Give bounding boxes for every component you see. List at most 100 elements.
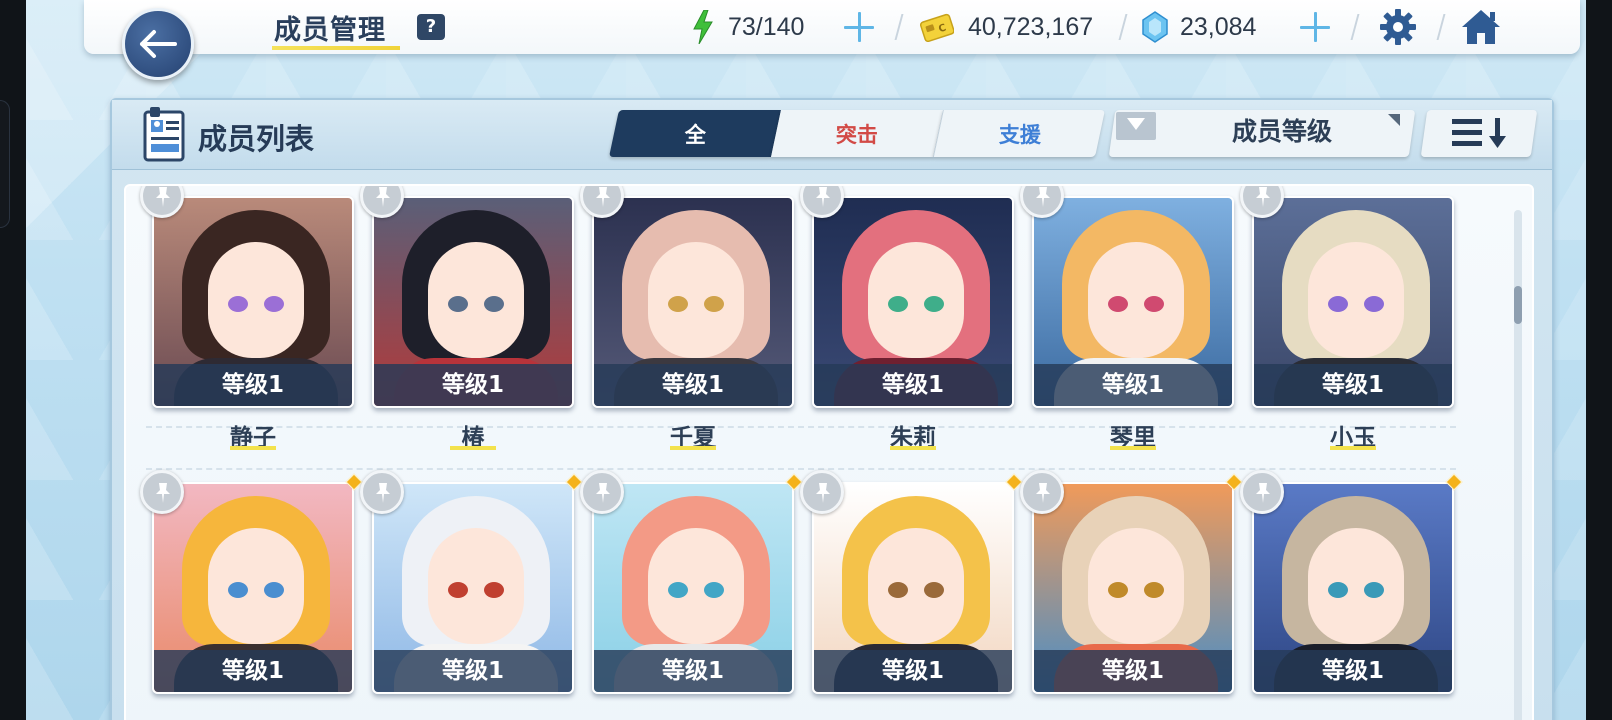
portrait-eye (1328, 296, 1348, 312)
name-underline (890, 446, 936, 450)
portrait-face (1088, 242, 1184, 358)
pin-button[interactable] (140, 470, 184, 514)
pin-button[interactable] (360, 470, 404, 514)
gear-icon[interactable] (1379, 8, 1417, 46)
separator (1118, 14, 1128, 40)
member-card[interactable]: 等级1 (1252, 196, 1454, 408)
page-title: 成员管理 (274, 15, 386, 46)
portrait-eye (668, 582, 688, 598)
portrait-eye (1108, 296, 1128, 312)
portrait-face (868, 528, 964, 644)
pin-icon (376, 483, 390, 503)
pin-button[interactable] (580, 470, 624, 514)
member-level: 等级1 (594, 650, 792, 692)
member-list-panel: 成员列表 全 突击 支援 成员等级 等级1 静子 等级1 椿等级1 千夏 等级1 朱莉 等级1… (110, 98, 1554, 720)
ap-value: 73/140 (728, 12, 805, 41)
portrait-eye (484, 296, 504, 312)
pin-icon (1036, 187, 1050, 207)
member-level: 等级1 (1034, 650, 1232, 692)
portrait-face (208, 242, 304, 358)
gems-plus-button[interactable] (1298, 10, 1332, 44)
member-level: 等级1 (594, 364, 792, 406)
device-notch (0, 100, 10, 228)
member-card[interactable]: 等级1 (592, 482, 794, 694)
portrait-eye (264, 582, 284, 598)
portrait-face (1088, 528, 1184, 644)
portrait-eye (704, 296, 724, 312)
back-arrow-icon (140, 30, 177, 58)
credit-card-icon: C (920, 13, 954, 42)
pin-button[interactable] (1020, 470, 1064, 514)
scroll-thumb[interactable] (1514, 286, 1522, 324)
home-icon[interactable] (1460, 8, 1502, 46)
ap-display: 73/140 (692, 10, 804, 44)
portrait-face (648, 528, 744, 644)
tab-support[interactable]: 支援 (933, 110, 1105, 157)
portrait-eye (228, 296, 248, 312)
help-icon[interactable]: ? (417, 14, 445, 40)
portrait-face (648, 242, 744, 358)
filter-icon[interactable] (1116, 112, 1156, 140)
back-button[interactable] (122, 8, 194, 80)
member-card[interactable]: 等级1 (372, 196, 574, 408)
portrait-eye (1328, 582, 1348, 598)
pin-icon (376, 187, 390, 207)
name-underline (670, 446, 716, 450)
pin-button[interactable] (1240, 470, 1284, 514)
member-card[interactable]: 等级1 (812, 196, 1014, 408)
portrait-eye (924, 582, 944, 598)
member-management-screen: 成员管理 ? 73/140 C 40,723,167 23,084 成员列表 全… (26, 0, 1586, 720)
tab-strike-label: 突击 (836, 122, 878, 147)
member-card[interactable]: 等级1 (592, 196, 794, 408)
member-level: 等级1 (374, 364, 572, 406)
portrait-eye (924, 296, 944, 312)
pin-icon (596, 187, 610, 207)
portrait-eye (1144, 296, 1164, 312)
tab-strike[interactable]: 突击 (771, 110, 943, 157)
pin-icon (156, 187, 170, 207)
tab-support-label: 支援 (998, 122, 1041, 147)
sort-criteria-label: 成员等级 (1231, 117, 1332, 146)
sort-icon (1452, 118, 1506, 148)
name-underline (1330, 446, 1376, 450)
member-level: 等级1 (1034, 364, 1232, 406)
member-card[interactable]: 等级1 (1252, 482, 1454, 694)
scrollbar[interactable] (1514, 210, 1522, 720)
tab-all[interactable]: 全 (609, 110, 781, 157)
separator (1436, 14, 1446, 40)
portrait-eye (1364, 296, 1384, 312)
member-level: 等级1 (1254, 650, 1452, 692)
member-level: 等级1 (814, 364, 1012, 406)
panel-header: 成员列表 全 突击 支援 成员等级 (112, 100, 1552, 170)
energy-bolt-icon (693, 10, 713, 44)
title-underline (272, 46, 400, 50)
portrait-eye (668, 296, 688, 312)
member-card[interactable]: 等级1 (152, 482, 354, 694)
member-grid: 等级1 静子 等级1 椿等级1 千夏 等级1 朱莉 等级1 琴里 等级1 小玉 等级1 等级1 等级1 等级… (124, 184, 1534, 720)
pin-icon (1256, 187, 1270, 207)
portrait-face (1308, 528, 1404, 644)
pin-icon (816, 483, 830, 503)
member-level: 等级1 (154, 364, 352, 406)
top-bar: 成员管理 ? 73/140 C 40,723,167 23,084 (84, 0, 1580, 54)
portrait-face (208, 528, 304, 644)
ap-plus-button[interactable] (842, 10, 876, 44)
pin-button[interactable] (800, 470, 844, 514)
portrait-eye (484, 582, 504, 598)
separator (894, 14, 904, 40)
portrait-face (428, 242, 524, 358)
member-card[interactable]: 等级1 (1032, 196, 1234, 408)
portrait-eye (448, 582, 468, 598)
portrait-eye (264, 296, 284, 312)
member-card[interactable]: 等级1 (1032, 482, 1234, 694)
portrait-face (868, 242, 964, 358)
portrait-eye (448, 296, 468, 312)
member-card[interactable]: 等级1 (812, 482, 1014, 694)
member-card[interactable]: 等级1 (152, 196, 354, 408)
gem-icon (1142, 11, 1168, 43)
member-level: 等级1 (814, 650, 1012, 692)
portrait-eye (704, 582, 724, 598)
member-card[interactable]: 等级1 (372, 482, 574, 694)
portrait-eye (1108, 582, 1128, 598)
name-underline (230, 446, 276, 450)
